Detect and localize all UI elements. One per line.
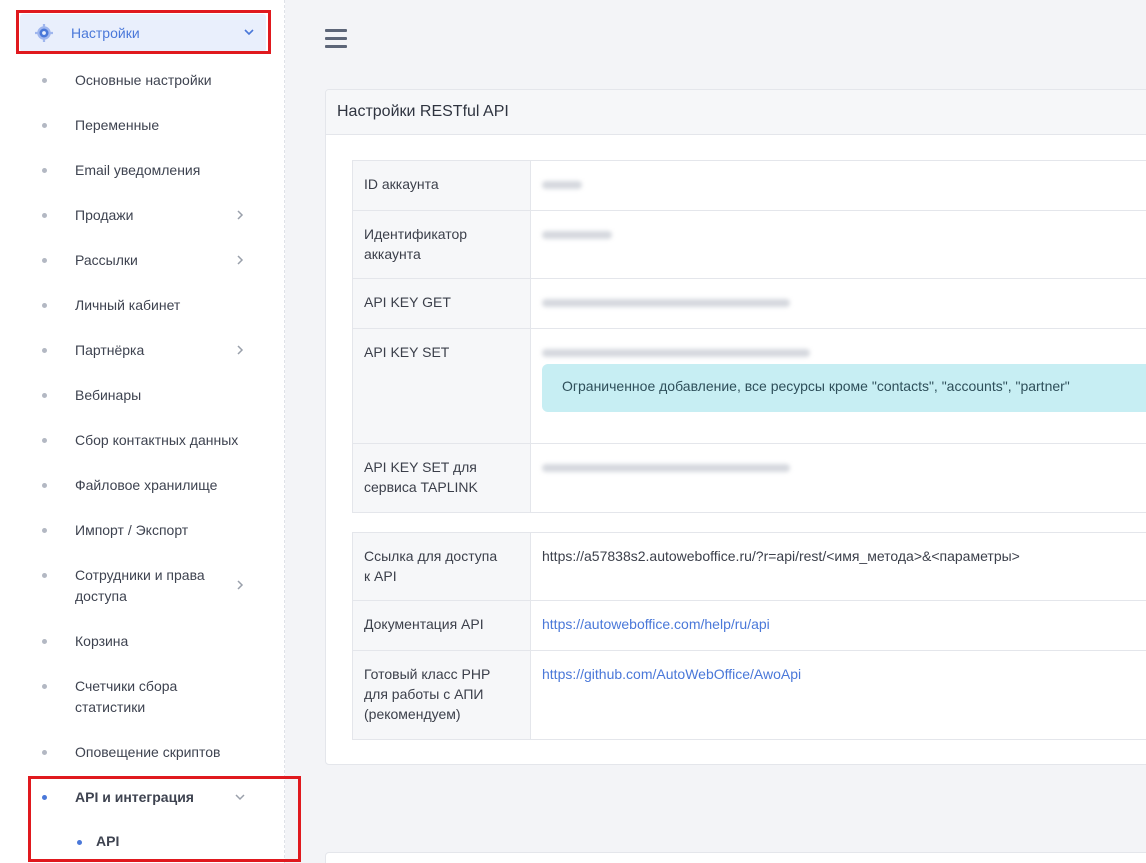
row-key-line2: аккаунта	[364, 246, 421, 262]
bullet-icon	[42, 483, 47, 488]
bullet-icon	[42, 213, 47, 218]
sidebar-item-label-line1: Счетчики сбора	[75, 678, 178, 694]
api-docs-link[interactable]: https://autoweboffice.com/help/ru/api	[542, 614, 770, 634]
sidebar-item-stat-counters[interactable]: Счетчики сбора статистики	[0, 676, 270, 718]
row-key: ID аккаунта	[353, 161, 531, 210]
row-key-line1: Готовый класс PHP	[364, 666, 491, 682]
bullet-icon	[42, 684, 47, 689]
row-key-line2: сервиса TAPLINK	[364, 479, 478, 495]
table-row: Документация API https://autoweboffice.c…	[353, 601, 1146, 651]
sidebar-item-label-line1: Сотрудники и права	[75, 567, 205, 583]
bullet-icon	[42, 123, 47, 128]
row-key: Документация API	[353, 601, 531, 650]
highlight-box-settings	[16, 10, 271, 54]
table-row: ID аккаунта	[353, 161, 1146, 211]
table-row: Идентификатор аккаунта	[353, 211, 1146, 279]
row-key: API KEY SET	[353, 329, 531, 443]
row-key-line1: Идентификатор	[364, 226, 468, 242]
bullet-icon	[42, 393, 47, 398]
api-key-set-note: Ограниченное добавление, все ресурсы кро…	[542, 364, 1146, 412]
row-key-line2: к API	[364, 568, 397, 584]
bullet-icon	[42, 528, 47, 533]
sidebar-item-label-line2: статистики	[75, 699, 146, 715]
api-access-url: https://a57838s2.autoweboffice.ru/?r=api…	[542, 548, 1020, 564]
account-identifier-value	[542, 224, 612, 244]
card-title: Настройки RESTful API	[326, 90, 1146, 135]
api-access-table: Ссылка для доступа к API https://a57838s2…	[352, 532, 1146, 740]
bullet-icon	[42, 438, 47, 443]
menu-toggle-icon[interactable]	[325, 29, 347, 49]
chevron-right-icon	[237, 255, 244, 265]
redacted-value	[542, 231, 612, 239]
table-row: Ссылка для доступа к API https://a57838s2…	[353, 533, 1146, 601]
restful-api-settings-card: Настройки RESTful API ID аккаунта Иденти…	[325, 89, 1146, 765]
bullet-icon	[42, 258, 47, 263]
row-key: Ссылка для доступа к API	[353, 533, 531, 600]
api-key-taplink-value	[542, 457, 790, 477]
sidebar: Настройки Основные настройки Переменные …	[0, 0, 285, 863]
row-key-line2: для работы с АПИ	[364, 686, 484, 702]
bullet-icon	[42, 78, 47, 83]
account-id-value	[542, 174, 582, 194]
row-key: API KEY SET для сервиса TAPLINK	[353, 444, 531, 512]
php-class-link[interactable]: https://github.com/AutoWebOffice/AwoApi	[542, 664, 801, 684]
bullet-icon	[42, 750, 47, 755]
bullet-icon	[42, 573, 47, 578]
redacted-value	[542, 299, 790, 307]
next-card	[325, 852, 1146, 863]
row-key-line1: API KEY SET для	[364, 459, 477, 475]
highlight-box-api	[28, 776, 301, 862]
sidebar-item-employees[interactable]: Сотрудники и права доступа	[0, 565, 270, 607]
chevron-right-icon	[237, 210, 244, 220]
table-row: API KEY SET Ограниченное добавление, все…	[353, 329, 1146, 444]
redacted-value	[542, 181, 582, 189]
row-key: Идентификатор аккаунта	[353, 211, 531, 278]
chevron-right-icon	[237, 580, 244, 590]
table-row: Готовый класс PHP для работы с АПИ (рекоме…	[353, 651, 1146, 739]
row-key-line1: Ссылка для доступа	[364, 548, 498, 564]
bullet-icon	[42, 303, 47, 308]
redacted-value	[542, 464, 790, 472]
api-keys-table: ID аккаунта Идентификатор аккаунта API KE…	[352, 160, 1146, 513]
sidebar-item-label-line2: доступа	[75, 588, 127, 604]
bullet-icon	[42, 168, 47, 173]
row-key-line3: (рекомендуем)	[364, 706, 461, 722]
table-row: API KEY GET	[353, 279, 1146, 329]
chevron-right-icon	[237, 345, 244, 355]
redacted-value	[542, 349, 810, 357]
bullet-icon	[42, 348, 47, 353]
row-key: Готовый класс PHP для работы с АПИ (рекоме…	[353, 651, 531, 739]
row-key: API KEY GET	[353, 279, 531, 328]
api-key-get-value	[542, 292, 790, 312]
api-key-set-value	[542, 342, 810, 362]
table-row: API KEY SET для сервиса TAPLINK	[353, 444, 1146, 512]
bullet-icon	[42, 639, 47, 644]
